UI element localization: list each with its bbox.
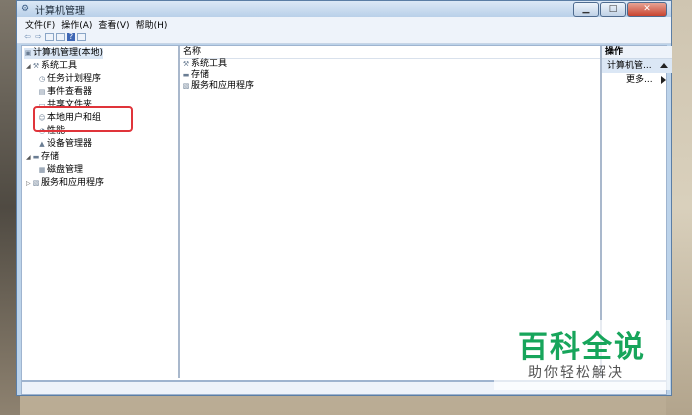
storage-icon: ▬ — [182, 71, 190, 79]
menu-view[interactable]: 查看(V) — [98, 18, 129, 31]
close-button[interactable]: ✕ — [627, 2, 667, 17]
title-bar[interactable]: ⚙ 计算机管理 ▁ □ ✕ — [17, 1, 671, 17]
help-icon[interactable]: ? — [67, 33, 75, 41]
tree-item-services-apps[interactable]: ▷ ▧ 服务和应用程序 — [26, 178, 104, 189]
tree-item-storage[interactable]: ◢ ▬ 存储 — [26, 152, 59, 163]
list-item[interactable]: ▬ 存储 — [180, 70, 600, 81]
show-hide-tree-icon[interactable] — [45, 33, 54, 41]
action-more[interactable]: 更多... — [602, 73, 672, 87]
maximize-button[interactable]: □ — [600, 2, 626, 17]
event-log-icon: ▤ — [38, 88, 46, 96]
caret-right-icon — [661, 76, 666, 84]
disk-icon: ▦ — [38, 166, 46, 174]
toolbar: ⇦ ⇨ ? — [17, 31, 671, 44]
menu-file[interactable]: 文件(F) — [25, 18, 55, 31]
action-section-computer-management[interactable]: 计算机管... — [602, 59, 672, 73]
forward-icon[interactable]: ⇨ — [34, 33, 43, 41]
window-title: 计算机管理 — [35, 5, 85, 17]
services-icon: ▧ — [182, 82, 190, 90]
menu-action[interactable]: 操作(A) — [61, 18, 92, 31]
clock-icon: ◷ — [38, 75, 46, 83]
window-controls: ▁ □ ✕ — [572, 2, 667, 17]
back-icon[interactable]: ⇦ — [23, 33, 32, 41]
menu-bar: 文件(F) 操作(A) 查看(V) 帮助(H) — [17, 17, 671, 31]
highlight-annotation — [33, 106, 133, 132]
computer-management-app-icon: ⚙ — [21, 4, 30, 14]
column-header-name[interactable]: 名称 — [180, 46, 600, 59]
list-item[interactable]: ⚒ 系统工具 — [180, 59, 600, 70]
tools-icon: ⚒ — [182, 60, 190, 68]
properties-icon[interactable] — [56, 33, 65, 41]
caret-up-icon — [660, 63, 668, 68]
tools-icon: ⚒ — [32, 62, 40, 70]
storage-icon: ▬ — [32, 153, 40, 161]
show-action-pane-icon[interactable] — [77, 33, 86, 41]
list-item[interactable]: ▧ 服务和应用程序 — [180, 81, 600, 92]
computer-icon: ▣ — [24, 49, 32, 57]
tree-item-computer-management[interactable]: ▣ 计算机管理(本地) — [24, 48, 104, 59]
menu-help[interactable]: 帮助(H) — [136, 18, 168, 31]
tree-item-system-tools[interactable]: ◢ ⚒ 系统工具 — [26, 61, 77, 72]
tree-item-task-scheduler[interactable]: ◷ 任务计划程序 — [38, 74, 101, 85]
tree-item-event-viewer[interactable]: ▤ 事件查看器 — [38, 87, 92, 98]
minimize-button[interactable]: ▁ — [573, 2, 599, 17]
tree-pane: ▣ 计算机管理(本地) ◢ ⚒ 系统工具 ◷ 任务计划程序 ▤ 事件查看器 ▭ 共享文件夹 … — [22, 46, 180, 378]
watermark-title: 百科全说 — [518, 330, 646, 365]
actions-header: 操作 — [602, 46, 672, 59]
device-manager-icon: ▲ — [39, 140, 45, 148]
tree-item-disk-management[interactable]: ▦ 磁盘管理 — [38, 165, 83, 176]
tree-item-device-manager[interactable]: ▲ 设备管理器 — [38, 139, 92, 150]
watermark-subtitle: 助你轻松解决 — [528, 365, 624, 381]
services-icon: ▧ — [32, 179, 40, 187]
